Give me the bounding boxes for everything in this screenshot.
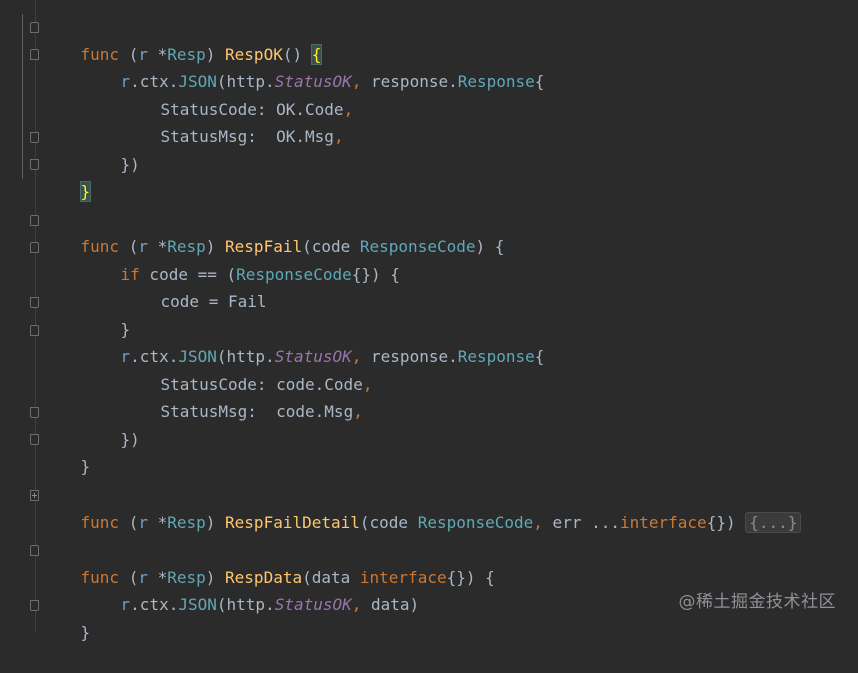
fold-icon[interactable]: [30, 242, 39, 253]
code-line[interactable]: r.ctx.JSON(http.StatusOK, response.Respo…: [82, 316, 545, 366]
code-line[interactable]: r.ctx.JSON(http.StatusOK, response.Respo…: [82, 41, 545, 91]
fold-icon[interactable]: [30, 545, 39, 556]
fold-icon[interactable]: [30, 49, 39, 60]
code-line[interactable]: code = Fail: [122, 261, 267, 311]
code-line[interactable]: StatusCode: OK.Code,: [122, 69, 354, 119]
fold-icon[interactable]: [30, 407, 39, 418]
code-line[interactable]: func (r *Resp) RespFailDetail(code Respo…: [42, 482, 802, 533]
fold-icon[interactable]: [30, 434, 39, 445]
code-editor[interactable]: func (r *Resp) RespOK() { r.ctx.JSON(htt…: [0, 0, 858, 642]
code-line[interactable]: func (r *Resp) RespData(data interface{}…: [42, 537, 495, 587]
code-line[interactable]: }): [82, 124, 140, 174]
code-line[interactable]: StatusMsg: OK.Msg,: [122, 96, 344, 146]
fold-icon[interactable]: [30, 600, 39, 611]
code-line[interactable]: }): [82, 399, 140, 449]
scope-indicator: [22, 14, 23, 179]
code-line[interactable]: StatusMsg: code.Msg,: [122, 371, 363, 421]
matched-brace: }: [79, 181, 92, 202]
watermark: @稀土掘金技术社区: [678, 592, 836, 612]
fold-icon[interactable]: [30, 22, 39, 33]
code-line[interactable]: }: [42, 426, 91, 476]
code-line[interactable]: r.ctx.JSON(http.StatusOK, data): [82, 564, 420, 614]
gutter-divider: [35, 0, 36, 632]
expand-fold-icon[interactable]: [30, 490, 39, 501]
folded-code-block[interactable]: {...}: [745, 512, 802, 533]
function-name: RespFailDetail: [225, 513, 360, 532]
fold-icon[interactable]: [30, 297, 39, 308]
fold-icon[interactable]: [30, 325, 39, 336]
code-line[interactable]: StatusCode: code.Code,: [122, 344, 373, 394]
code-line[interactable]: if code == (ResponseCode{}) {: [82, 234, 400, 284]
code-line[interactable]: }: [42, 592, 91, 642]
fold-icon[interactable]: [30, 132, 39, 143]
code-line[interactable]: }: [82, 289, 131, 339]
code-line[interactable]: func (r *Resp) RespFail(code ResponseCod…: [42, 206, 505, 256]
constant: StatusOK: [274, 595, 352, 614]
fold-icon[interactable]: [30, 159, 39, 170]
code-line[interactable]: }: [42, 151, 92, 202]
code-line[interactable]: func (r *Resp) RespOK() {: [42, 14, 323, 65]
fold-icon[interactable]: [30, 215, 39, 226]
